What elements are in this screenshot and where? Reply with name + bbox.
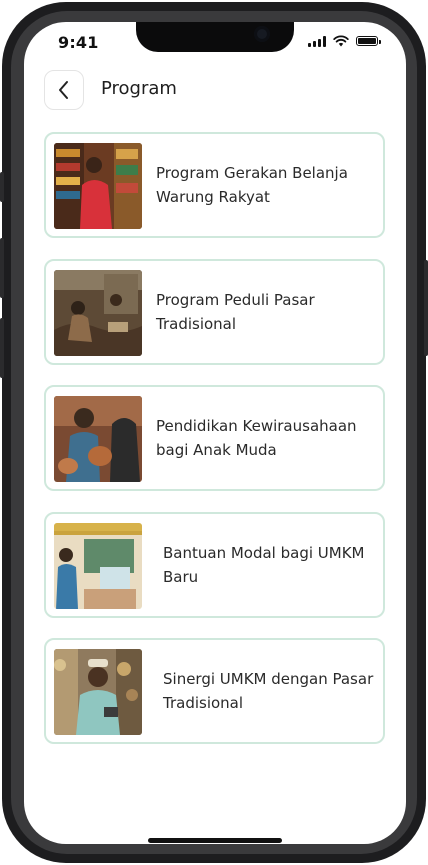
program-card[interactable]: Bantuan Modal bagi UMKM Baru [44, 512, 385, 618]
battery-icon [356, 36, 381, 46]
cellular-signal-icon [308, 35, 326, 47]
chevron-left-icon [59, 81, 68, 99]
program-title: Pendidikan Kewirausahaan bagi Anak Muda [156, 417, 357, 459]
home-indicator [148, 838, 282, 843]
back-button[interactable] [44, 70, 84, 110]
program-title: Sinergi UMKM dengan Pasar Tradisional [163, 670, 374, 712]
program-thumbnail [54, 143, 142, 229]
power-button [424, 260, 428, 356]
volume-down-button [0, 318, 4, 378]
program-card[interactable]: Program Peduli Pasar Tradisional [44, 259, 385, 365]
screen: 9:41 Program Program Gerakan Belanja War… [24, 22, 406, 844]
program-title: Program Peduli Pasar Tradisional [156, 291, 315, 333]
program-thumbnail [54, 396, 142, 482]
volume-up-button [0, 238, 4, 298]
program-card[interactable]: Program Gerakan Belanja Warung Rakyat [44, 132, 385, 238]
program-title: Bantuan Modal bagi UMKM Baru [163, 544, 365, 586]
program-title: Program Gerakan Belanja Warung Rakyat [156, 164, 348, 206]
front-camera [254, 26, 270, 42]
header: Program [24, 70, 406, 114]
program-thumbnail [54, 270, 142, 356]
mute-switch [0, 172, 4, 202]
program-card[interactable]: Pendidikan Kewirausahaan bagi Anak Muda [44, 385, 385, 491]
status-icons [308, 35, 381, 47]
wifi-icon [333, 35, 349, 47]
program-thumbnail [54, 523, 142, 609]
notch [136, 22, 294, 52]
program-card[interactable]: Sinergi UMKM dengan Pasar Tradisional [44, 638, 385, 744]
page-title: Program [101, 78, 177, 99]
status-time: 9:41 [58, 33, 99, 52]
program-thumbnail [54, 649, 142, 735]
